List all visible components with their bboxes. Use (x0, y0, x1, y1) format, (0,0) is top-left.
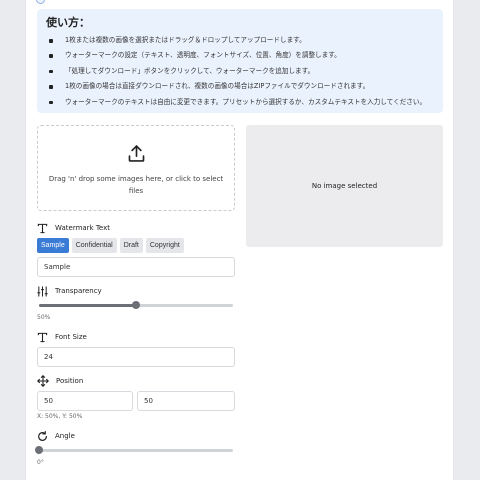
angle-label: Angle (55, 432, 75, 440)
instruction-item: ウォーターマークの設定（テキスト、透明度、フォントサイズ、位置、角度）を調整しま… (46, 48, 434, 63)
sliders-icon (37, 285, 48, 297)
rotate-icon (38, 430, 47, 441)
info-circle-icon (36, 0, 45, 4)
position-y-input[interactable]: 50 (137, 391, 235, 411)
angle-slider[interactable] (35, 445, 235, 455)
instruction-item: ウォーターマークのテキストは自由に変更できます。プリセットから選択するか、カスタ… (46, 95, 434, 110)
preset-sample-button[interactable]: Sample (37, 238, 69, 253)
angle-slider-thumb[interactable] (35, 446, 43, 454)
image-preview: No image selected (246, 125, 443, 247)
transparency-slider-thumb[interactable] (132, 301, 140, 309)
instruction-item: 「処理してダウンロード」ボタンをクリックして、ウォーターマークを追加します。 (46, 64, 434, 79)
preview-empty-text: No image selected (311, 182, 378, 190)
position-label: Position (56, 377, 84, 385)
transparency-label-row: Transparency (37, 285, 102, 297)
preset-draft-button[interactable]: Draft (119, 238, 143, 253)
main-panel: 使い方： 1枚または複数の画像を選択またはドラッグ＆ドロップしてアップロードしま… (25, 0, 454, 480)
font-size-input[interactable]: 24 (37, 347, 235, 367)
position-value: X: 50%, Y: 50% (37, 413, 83, 420)
position-label-row: Position (37, 375, 83, 387)
transparency-slider[interactable] (37, 300, 235, 310)
font-size-label-row: Font Size (37, 331, 87, 343)
watermark-presets: Sample Confidential Draft Copyright (37, 238, 184, 253)
transparency-slider-fill (39, 304, 136, 307)
instructions-title: 使い方： (46, 16, 90, 29)
preset-confidential-button[interactable]: Confidential (71, 238, 117, 253)
transparency-value: 50% (37, 314, 51, 321)
upload-icon (128, 145, 145, 162)
watermark-text-input[interactable]: Sample (37, 257, 235, 277)
text-icon (37, 223, 48, 233)
watermark-text-label: Watermark Text (55, 224, 110, 232)
text-icon (37, 332, 48, 342)
instructions-box: 使い方： 1枚または複数の画像を選択またはドラッグ＆ドロップしてアップロードしま… (37, 9, 443, 113)
position-x-input[interactable]: 50 (37, 391, 133, 411)
instruction-item: 1枚の画像の場合は直接ダウンロードされ、複数の画像の場合はZIPファイルでダウン… (46, 79, 434, 94)
angle-label-row: Angle (37, 430, 75, 442)
instructions-list: 1枚または複数の画像を選択またはドラッグ＆ドロップしてアップロードします。 ウォ… (46, 33, 434, 110)
angle-value: 0° (37, 459, 44, 466)
dropzone-text: Drag 'n' drop some images here, or click… (48, 175, 224, 195)
font-size-label: Font Size (55, 333, 87, 341)
transparency-label: Transparency (55, 287, 102, 295)
preset-copyright-button[interactable]: Copyright (145, 238, 184, 253)
watermark-text-label-row: Watermark Text (37, 222, 110, 234)
move-arrows-icon (37, 375, 49, 387)
image-dropzone[interactable]: Drag 'n' drop some images here, or click… (37, 125, 235, 211)
instruction-item: 1枚または複数の画像を選択またはドラッグ＆ドロップしてアップロードします。 (46, 33, 434, 48)
